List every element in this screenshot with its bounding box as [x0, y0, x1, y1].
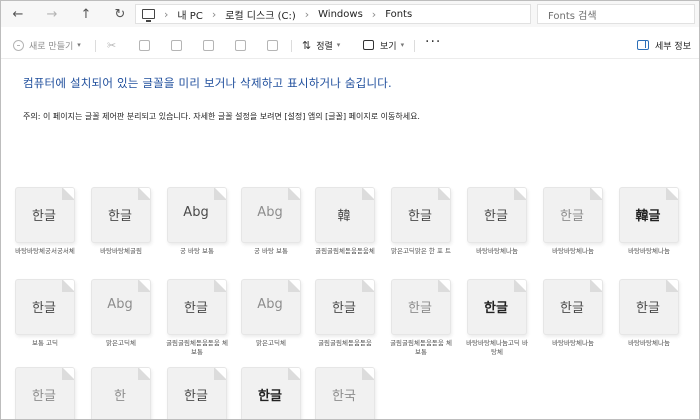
font-tile[interactable]: 韓 굴림굴림체돋움돋움체 [315, 187, 375, 256]
font-preview: Abg [257, 297, 283, 312]
font-preview: Abg [257, 205, 283, 220]
font-tile[interactable]: 한 [91, 367, 151, 419]
font-preview: 한글 [484, 209, 508, 224]
font-preview: 韓글 [635, 209, 661, 224]
font-preview: 한글 [408, 301, 432, 316]
font-name: 바탕바탕체나눔 [628, 247, 670, 255]
font-preview: 한글 [184, 301, 208, 316]
font-file-icon: 한글 [543, 187, 603, 243]
font-file-icon: 한글 [15, 367, 75, 419]
font-name: 바탕바탕체궁서궁서체 [15, 247, 75, 255]
font-file-icon: 한글 [467, 187, 527, 243]
font-name: 맑은고딕체 [106, 339, 136, 347]
font-file-icon: 한글 [619, 279, 679, 335]
font-tile[interactable]: Abg 궁 바탕 보통 [167, 187, 227, 256]
font-preview: 한국 [332, 389, 356, 404]
font-tile[interactable]: 한글바탕바탕체궁서궁서체 [15, 187, 75, 256]
font-name: 바탕바탕체나눔 [552, 339, 594, 347]
font-preview: 한글 [560, 301, 584, 316]
font-file-icon: 한글 [391, 279, 451, 335]
font-name: 바탕바탕체나눔 [628, 339, 670, 347]
font-preview: Abg [107, 297, 133, 312]
font-tile[interactable]: Abg 궁 바탕 보통 [241, 187, 301, 256]
font-preview: 한글 [636, 301, 660, 316]
font-preview: 한글 [560, 209, 584, 224]
font-preview: 한글 [408, 209, 432, 224]
font-name: 보통 고딕 [32, 339, 58, 347]
font-tile[interactable]: 한글바탕바탕체나눔 [467, 187, 527, 256]
font-tile[interactable]: 한글바탕바탕체굴림 [91, 187, 151, 256]
font-preview: 한 [114, 389, 126, 404]
font-preview: 한글 [32, 389, 56, 404]
font-file-icon: 한글 [167, 367, 227, 419]
font-file-icon: Abg [167, 187, 227, 243]
font-tile[interactable]: Abg 맑은고딕체 [91, 279, 151, 348]
font-file-icon: Abg [241, 279, 301, 335]
font-tile[interactable]: 한글 [167, 367, 227, 419]
font-tile[interactable]: 한글 [241, 367, 301, 419]
font-grid: 한글 바탕바탕체궁서궁서체 한글 바탕바탕체굴림 Abg 궁 바탕 보통 Abg 궁 바… [1, 1, 699, 419]
font-preview: 한글 [108, 209, 132, 224]
font-name: 굴림굴림체돋움돋움 체 보통 [390, 339, 452, 356]
font-preview: 韓 [337, 209, 351, 224]
font-name: 굴림굴림체돋움돋움체 [315, 247, 375, 255]
font-file-icon: Abg [91, 279, 151, 335]
font-file-icon: 한글 [91, 187, 151, 243]
font-name: 맑은고딕맑은 한 포 트 [390, 247, 452, 255]
font-file-icon: 한글 [315, 279, 375, 335]
font-name: 궁 바탕 보통 [253, 247, 289, 255]
font-file-icon: 한글 [467, 279, 527, 335]
font-tile[interactable]: 한글굴림굴림체돋움돋움 체 보통 [166, 279, 228, 357]
font-tile[interactable]: 한글바탕바탕체나눔 [543, 187, 603, 256]
font-file-icon: 한글 [167, 279, 227, 335]
font-file-icon: 韓 [315, 187, 375, 243]
font-tile[interactable]: 한글굴림굴림체돋움돋움 체 보통 [390, 279, 452, 357]
font-name: 궁 바탕 보통 [179, 247, 215, 255]
font-file-icon: 한글 [15, 279, 75, 335]
font-name: 바탕바탕체나눔고딕 바탕체 [466, 339, 528, 356]
font-name: 맑은고딕체 [256, 339, 286, 347]
font-file-icon: 한 [91, 367, 151, 419]
font-file-icon: 한국 [315, 367, 375, 419]
font-file-icon: 韓글 [619, 187, 679, 243]
font-file-icon: Abg [241, 187, 301, 243]
font-tile[interactable]: 한국 [315, 367, 375, 419]
font-tile[interactable]: 韓글바탕바탕체나눔 [619, 187, 679, 256]
font-tile[interactable]: 한글맑은고딕맑은 한 포 트 [391, 187, 451, 256]
font-preview: Abg [183, 205, 209, 220]
font-tile[interactable]: 한글바탕바탕체나눔고딕 바탕체 [466, 279, 528, 357]
font-tile[interactable]: 한글바탕바탕체나눔 [619, 279, 679, 348]
font-tile[interactable]: 한글보통 고딕 [15, 279, 75, 348]
font-preview: 한글 [484, 301, 508, 316]
font-name: 굴림굴림체돋움돋움 [318, 339, 372, 347]
font-name: 바탕바탕체나눔 [552, 247, 594, 255]
font-file-icon: 한글 [15, 187, 75, 243]
font-name: 바탕바탕체나눔 [476, 247, 518, 255]
file-explorer-window: ← → ↑ ↻ › 내 PC › 로컬 디스크 (C:) › Windows ›… [0, 0, 700, 420]
font-preview: 한글 [258, 389, 282, 404]
font-file-icon: 한글 [241, 367, 301, 419]
font-file-icon: 한글 [543, 279, 603, 335]
font-tile[interactable]: 한글굴림굴림체돋움돋움 [315, 279, 375, 348]
font-name: 바탕바탕체굴림 [100, 247, 142, 255]
font-preview: 한글 [332, 301, 356, 316]
font-tile[interactable]: 한글바탕바탕체나눔 [543, 279, 603, 348]
font-tile[interactable]: 한글 [15, 367, 75, 419]
font-file-icon: 한글 [391, 187, 451, 243]
font-preview: 한글 [32, 209, 56, 224]
font-preview: 한글 [32, 301, 56, 316]
font-tile[interactable]: Abg 맑은고딕체 [241, 279, 301, 348]
font-name: 굴림굴림체돋움돋움 체 보통 [166, 339, 228, 356]
font-preview: 한글 [184, 389, 208, 404]
